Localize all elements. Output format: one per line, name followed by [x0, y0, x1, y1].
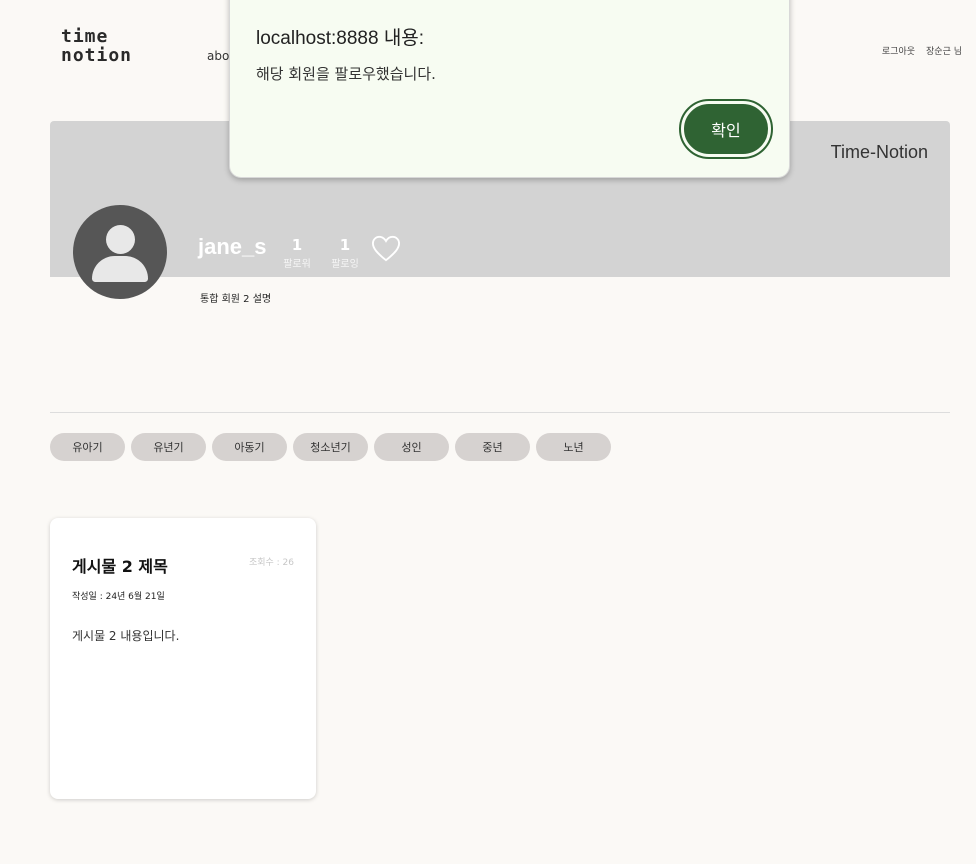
- category-pill-adolescence[interactable]: 청소년기: [293, 433, 368, 461]
- following-count: 1: [339, 236, 351, 254]
- section-divider: [50, 412, 950, 413]
- category-pill-early-childhood[interactable]: 유년기: [131, 433, 206, 461]
- post-card[interactable]: 게시물 2 제목 조회수 : 26 작성일 : 24년 6월 21일 게시물 2…: [50, 518, 316, 799]
- logo-line-time: time: [61, 26, 109, 47]
- followers-count: 1: [291, 236, 303, 254]
- followers-label: 팔로워: [283, 259, 311, 270]
- following-label: 팔로잉: [331, 259, 359, 270]
- banner-title: Time-Notion: [830, 142, 928, 162]
- dialog-message: 해당 회원을 팔로우했습니다.: [256, 65, 436, 83]
- category-pill-old-age[interactable]: 노년: [536, 433, 611, 461]
- post-view-count: 조회수 : 26: [248, 558, 294, 568]
- post-date: 작성일 : 24년 6월 21일: [72, 592, 165, 602]
- avatar-head-shape: [106, 225, 135, 254]
- category-pill-middle-age[interactable]: 중년: [455, 433, 530, 461]
- followers-stat[interactable]: 1 팔로워: [280, 236, 314, 270]
- user-greeting[interactable]: 장순근 님: [926, 44, 962, 57]
- post-content: 게시물 2 내용입니다.: [72, 629, 180, 643]
- dialog-ok-button[interactable]: 확인: [679, 99, 773, 159]
- nav-about-link[interactable]: abo: [207, 49, 229, 63]
- following-stat[interactable]: 1 팔로잉: [328, 236, 362, 270]
- post-title: 게시물 2 제목: [72, 557, 168, 576]
- category-pill-infancy[interactable]: 유아기: [50, 433, 125, 461]
- logout-link[interactable]: 로그아웃: [882, 44, 915, 57]
- category-pill-adult[interactable]: 성인: [374, 433, 449, 461]
- category-pill-childhood[interactable]: 아동기: [212, 433, 287, 461]
- logo-line-notion: notion: [61, 45, 133, 66]
- site-logo[interactable]: time notion: [61, 27, 132, 65]
- category-filter: 유아기 유년기 아동기 청소년기 성인 중년 노년: [50, 433, 611, 461]
- alert-dialog: localhost:8888 내용: 해당 회원을 팔로우했습니다. 확인: [229, 0, 790, 178]
- header-user-menu: 로그아웃 장순근 님: [882, 44, 962, 57]
- heart-icon[interactable]: [371, 235, 401, 263]
- dialog-title: localhost:8888 내용:: [256, 28, 425, 49]
- avatar: [73, 205, 167, 299]
- avatar-body-shape: [92, 256, 148, 282]
- profile-description: 통합 회원 2 설명: [200, 294, 272, 305]
- profile-username: jane_s: [198, 234, 267, 259]
